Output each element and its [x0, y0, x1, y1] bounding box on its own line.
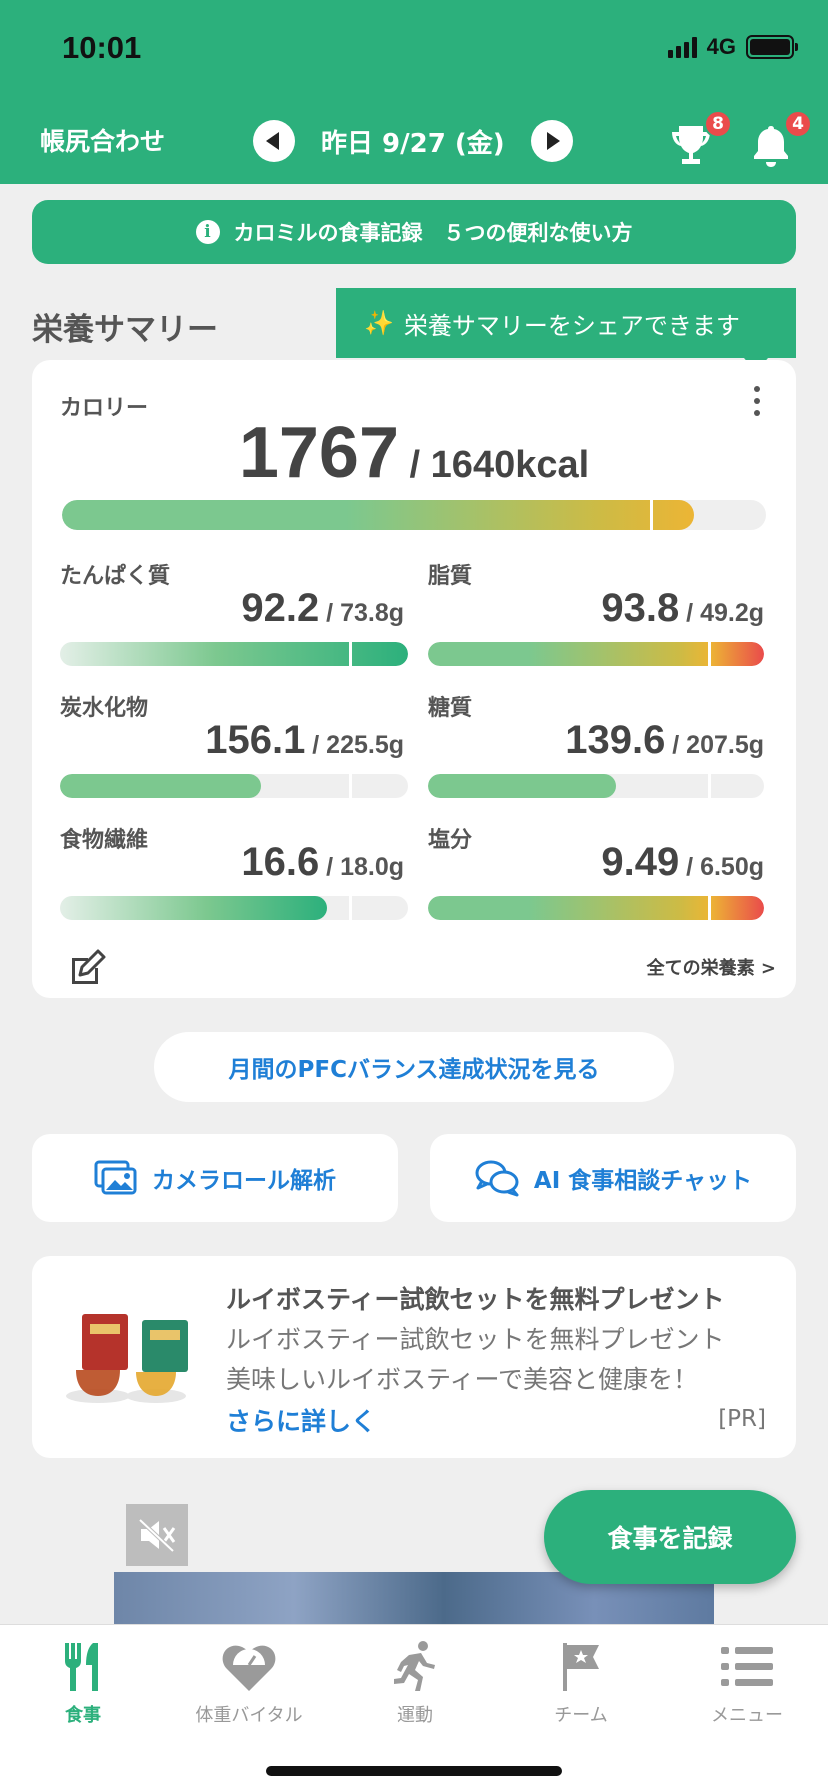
- share-tooltip-text: 栄養サマリーをシェアできます: [403, 311, 740, 340]
- summary-title: 栄養サマリー: [32, 312, 218, 348]
- status-time: 10:01: [62, 30, 142, 65]
- calorie-target: / 1640kcal: [399, 444, 590, 486]
- tab-weight-vitals-label: 体重バイタル: [195, 1705, 303, 1726]
- home-indicator[interactable]: [266, 1766, 562, 1776]
- camera-roll-button[interactable]: カメラロール解析: [32, 1134, 398, 1222]
- sparkle-icon: ✨: [364, 309, 394, 337]
- network-type: 4G: [706, 34, 736, 59]
- fat-bar: [428, 642, 764, 666]
- next-day-button[interactable]: [530, 120, 573, 162]
- tab-team[interactable]: チーム: [498, 1639, 664, 1727]
- signal-icon: [667, 36, 697, 58]
- trophy-button[interactable]: 8: [668, 110, 732, 168]
- fat-label: 脂質: [428, 564, 473, 589]
- fiber-value: 16.6 / 18.0g: [241, 840, 404, 884]
- nutrition-summary-card: カロリー 1767 / 1640kcal たんぱく質 92.2 / 73.8g …: [32, 360, 796, 998]
- carbs-label: 炭水化物: [60, 696, 149, 721]
- fork-knife-icon: [65, 1643, 98, 1691]
- howto-banner-text: カロミルの食事記録 ５つの便利な使い方: [233, 221, 633, 245]
- tab-team-label: チーム: [554, 1705, 608, 1726]
- all-nutrients-link[interactable]: 全ての栄養素 >: [647, 954, 776, 980]
- tab-meals-label: 食事: [65, 1705, 101, 1726]
- date-navigator: 昨日 9/27 (金): [253, 120, 573, 162]
- chevron-right-icon: [546, 132, 560, 150]
- protein-label: たんぱく質: [60, 564, 171, 589]
- share-tooltip[interactable]: ✨ 栄養サマリーをシェアできます: [336, 288, 796, 372]
- trophy-badge: 8: [704, 110, 732, 138]
- rooibos-tea-image: [66, 1314, 188, 1403]
- salt-value: 9.49 / 6.50g: [601, 840, 764, 884]
- calorie-progress-bar: [62, 500, 766, 530]
- ad-pr-label: [PR]: [718, 1406, 766, 1432]
- sugar-bar: [428, 774, 764, 798]
- ad-card[interactable]: ルイボスティー試飲セットを無料プレゼント ルイボスティー試飲セットを無料プレゼン…: [32, 1256, 796, 1458]
- tab-menu[interactable]: メニュー: [664, 1639, 828, 1727]
- heart-scale-icon: [222, 1645, 276, 1691]
- carbs-value: 156.1 / 225.5g: [205, 718, 404, 762]
- fiber-label: 食物繊維: [60, 828, 149, 853]
- carbs-bar: [60, 774, 408, 798]
- prev-day-button[interactable]: [253, 120, 295, 162]
- balance-adjust-link[interactable]: 帳尻合わせ: [40, 122, 165, 158]
- salt-label: 塩分: [428, 828, 473, 853]
- photos-icon: [94, 1160, 137, 1195]
- ad-line-2: 美味しいルイボスティーで美容と健康を！: [226, 1365, 699, 1394]
- pfc-balance-button[interactable]: 月間のPFCバランス達成状況を見る: [154, 1032, 674, 1102]
- ai-chat-label: AI 食事相談チャット: [533, 1168, 753, 1194]
- fat-value: 93.8 / 49.2g: [601, 586, 764, 630]
- protein-value: 92.2 / 73.8g: [241, 586, 404, 630]
- sugar-value: 139.6 / 207.5g: [565, 718, 764, 762]
- chevron-left-icon: [266, 132, 279, 150]
- edit-icon[interactable]: [68, 948, 108, 988]
- sugar-label: 糖質: [428, 696, 473, 721]
- info-icon: i: [195, 220, 220, 244]
- tab-exercise-label: 運動: [397, 1705, 433, 1726]
- howto-banner[interactable]: i カロミルの食事記録 ５つの便利な使い方: [32, 200, 796, 264]
- tab-weight-vitals[interactable]: 体重バイタル: [166, 1639, 332, 1727]
- mute-button[interactable]: [126, 1504, 188, 1566]
- list-menu-icon: [721, 1647, 773, 1686]
- ad-more-link[interactable]: さらに詳しく: [226, 1402, 376, 1438]
- tab-menu-label: メニュー: [711, 1705, 783, 1726]
- camera-roll-label: カメラロール解析: [152, 1168, 336, 1194]
- notification-badge: 4: [784, 110, 812, 138]
- tab-meals[interactable]: 食事: [0, 1639, 166, 1727]
- calorie-value: 1767: [238, 413, 399, 493]
- ad-line-1: ルイボスティー試飲セットを無料プレゼント: [226, 1325, 725, 1354]
- ad-title: ルイボスティー試飲セットを無料プレゼント: [226, 1285, 725, 1314]
- current-date[interactable]: 昨日 9/27 (金): [321, 123, 505, 160]
- salt-bar: [428, 896, 764, 920]
- runner-icon: [394, 1641, 435, 1691]
- ad-body: ルイボスティー試飲セットを無料プレゼント 美味しいルイボスティーで美容と健康を！: [226, 1320, 725, 1400]
- notifications-button[interactable]: 4: [748, 110, 812, 168]
- battery-icon: [746, 35, 798, 59]
- app-header: 10:01 4G 帳尻合わせ 昨日 9/27 (金) 8 4: [0, 0, 828, 184]
- record-meal-button[interactable]: 食事を記録: [544, 1490, 796, 1584]
- chat-bubbles-icon: [475, 1160, 519, 1197]
- calorie-readout: 1767 / 1640kcal: [32, 412, 796, 494]
- protein-bar: [60, 642, 408, 666]
- tab-exercise[interactable]: 運動: [332, 1639, 498, 1727]
- status-icons: 4G: [667, 34, 798, 60]
- fiber-bar: [60, 896, 408, 920]
- flag-icon: [563, 1643, 599, 1691]
- speaker-muted-icon: [137, 1517, 176, 1553]
- ai-chat-button[interactable]: AI 食事相談チャット: [430, 1134, 796, 1222]
